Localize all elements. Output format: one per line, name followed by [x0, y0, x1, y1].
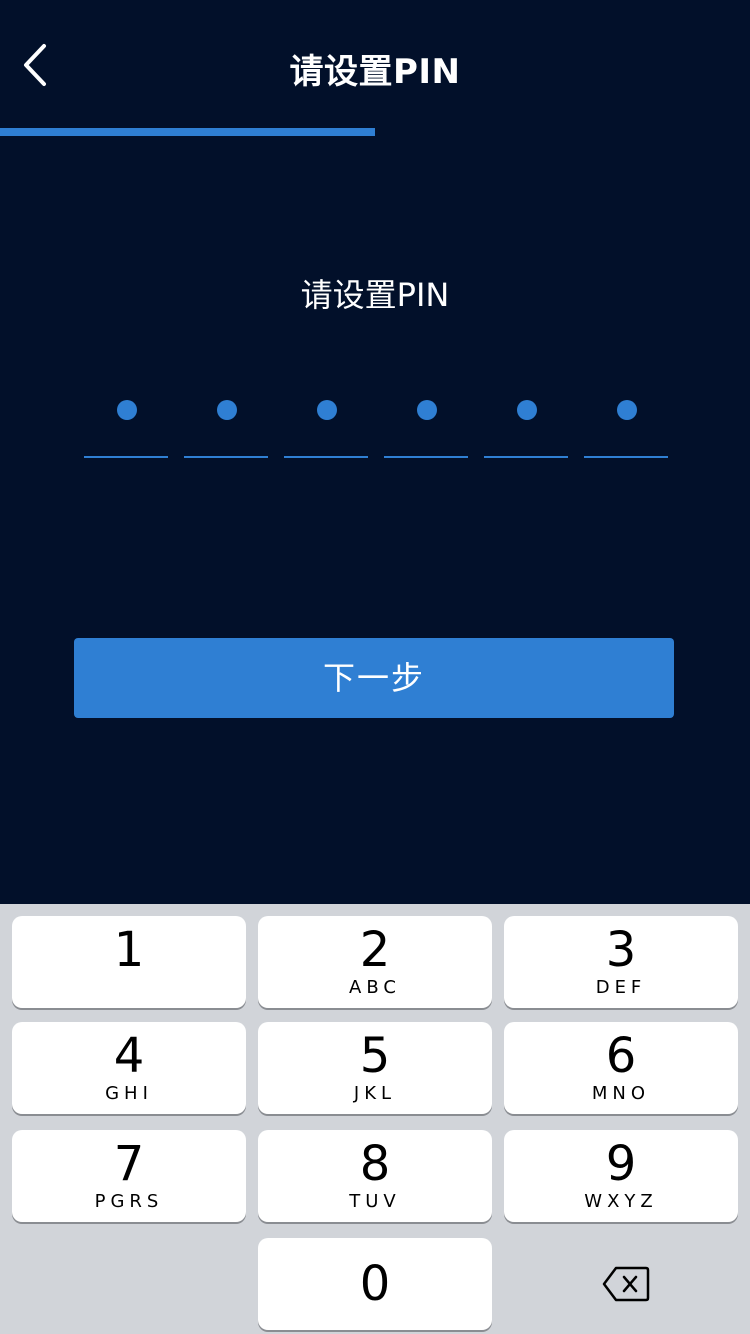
- key-digit: 0: [359, 1256, 391, 1312]
- key-2[interactable]: 2 ABC: [258, 916, 492, 1008]
- key-8[interactable]: 8 TUV: [258, 1130, 492, 1222]
- pin-underline: [84, 456, 168, 458]
- progress-fill: [0, 128, 375, 136]
- pin-dot: [617, 400, 637, 420]
- pin-setup-screen: 请设置PIN 请设置PIN 下一步 1 2 ABC 3 DEF 4 GHI 5 JKL 6 MNO 7…: [0, 0, 750, 1334]
- key-9[interactable]: 9 WXYZ: [504, 1130, 738, 1222]
- key-4[interactable]: 4 GHI: [12, 1022, 246, 1114]
- key-digit: 4: [113, 1028, 145, 1084]
- key-letters: GHI: [105, 1083, 153, 1104]
- key-digit: 7: [113, 1136, 145, 1192]
- key-letters: PGRS: [94, 1191, 164, 1212]
- pin-dot: [317, 400, 337, 420]
- pin-underline: [284, 456, 368, 458]
- key-1[interactable]: 1: [12, 916, 246, 1008]
- key-digit: 5: [359, 1028, 391, 1084]
- pin-slot: [384, 380, 468, 458]
- key-digit: 9: [605, 1136, 637, 1192]
- pin-underline: [184, 456, 268, 458]
- key-3[interactable]: 3 DEF: [504, 916, 738, 1008]
- key-letters: DEF: [595, 977, 647, 998]
- pin-slot: [284, 380, 368, 458]
- pin-slot: [484, 380, 568, 458]
- key-5[interactable]: 5 JKL: [258, 1022, 492, 1114]
- delete-key[interactable]: [504, 1238, 738, 1330]
- key-0[interactable]: 0: [258, 1238, 492, 1330]
- pin-dot: [517, 400, 537, 420]
- key-letters: MNO: [591, 1083, 651, 1104]
- key-letters: TUV: [349, 1191, 401, 1212]
- backspace-icon: [602, 1266, 650, 1302]
- pin-underline: [484, 456, 568, 458]
- pin-slot: [584, 380, 668, 458]
- key-digit: 1: [113, 922, 145, 978]
- key-letters: JKL: [353, 1083, 397, 1104]
- key-digit: 3: [605, 922, 637, 978]
- page-title: 请设置PIN: [289, 52, 461, 92]
- pin-dot: [217, 400, 237, 420]
- pin-underline: [584, 456, 668, 458]
- pin-slot: [84, 380, 168, 458]
- key-digit: 6: [605, 1028, 637, 1084]
- next-button[interactable]: 下一步: [74, 638, 674, 718]
- pin-input[interactable]: [84, 380, 668, 460]
- key-digit: 2: [359, 922, 391, 978]
- key-letters: WXYZ: [584, 1191, 658, 1212]
- key-6[interactable]: 6 MNO: [504, 1022, 738, 1114]
- nav-bar: 请设置PIN: [0, 0, 750, 128]
- key-letters: ABC: [349, 977, 401, 998]
- progress-bar: [0, 128, 750, 136]
- pin-prompt: 请设置PIN: [300, 276, 450, 314]
- pin-dot: [417, 400, 437, 420]
- numeric-keypad: 1 2 ABC 3 DEF 4 GHI 5 JKL 6 MNO 7 PGRS 8 TUV 9 WXYZ 0: [0, 904, 750, 1334]
- pin-slot: [184, 380, 268, 458]
- key-7[interactable]: 7 PGRS: [12, 1130, 246, 1222]
- key-digit: 8: [359, 1136, 391, 1192]
- pin-dot: [117, 400, 137, 420]
- pin-underline: [384, 456, 468, 458]
